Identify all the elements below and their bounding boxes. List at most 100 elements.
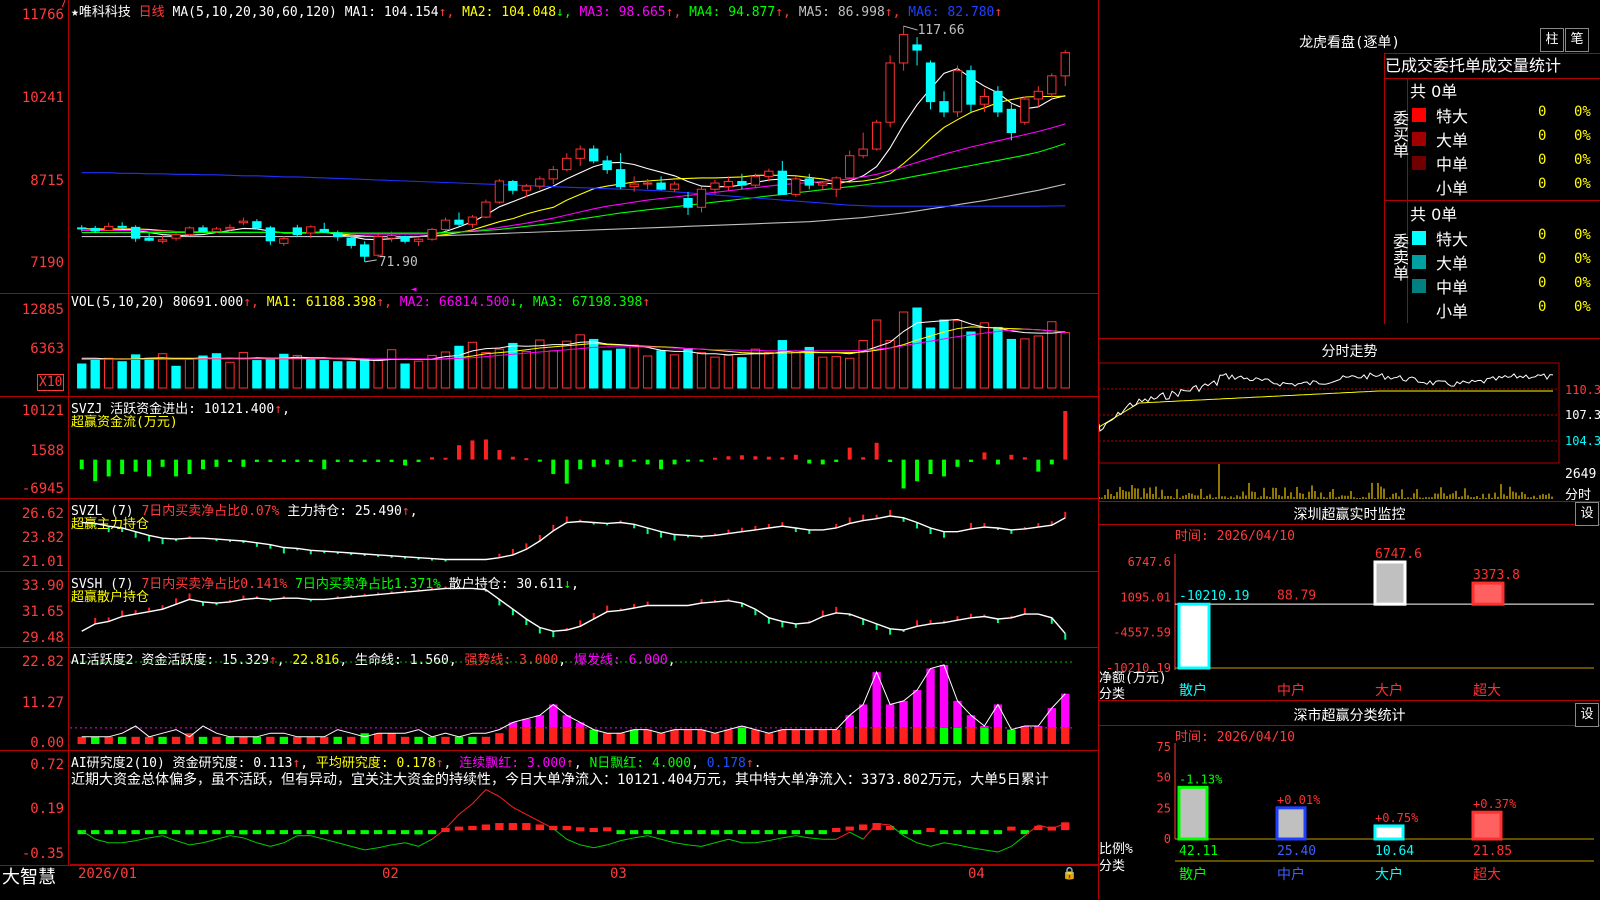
stats-bar — [1373, 824, 1405, 841]
research-bar — [832, 828, 841, 833]
flow-bar — [93, 459, 98, 482]
tick-mode-button[interactable]: 笔 — [1565, 28, 1589, 52]
candle-body — [373, 236, 383, 256]
monitor-value-label: -10210.19 — [1179, 589, 1249, 604]
research-bar — [468, 825, 477, 831]
candle-body — [602, 160, 612, 171]
sz-monitor-panel[interactable]: 深圳超赢实时监控 设 时间: 2026/04/10 6747.6 1095.01-… — [1099, 502, 1600, 702]
activity-bar-base — [387, 733, 396, 744]
research-line-segment — [552, 828, 568, 840]
candle-body — [589, 148, 599, 162]
activity-bar-base — [1061, 727, 1070, 744]
flow-bar — [308, 459, 313, 463]
tab-orders[interactable]: 委托单 — [1433, 56, 1481, 75]
flow-bar — [888, 459, 893, 463]
volume-bar — [184, 358, 195, 389]
activity-bar-base — [266, 736, 275, 744]
ai-active-panel[interactable]: 22.82 11.27 0.00 AI活跃度2 资金活跃度: 15.329↑, … — [0, 648, 1098, 751]
volume-bar — [602, 350, 612, 389]
stats-value-label: 42.11 — [1179, 844, 1218, 859]
activity-bar-base — [858, 727, 868, 744]
research-bar — [845, 826, 854, 831]
activity-bar-base — [980, 727, 989, 744]
research-bar — [239, 830, 248, 835]
volume-bar — [171, 365, 181, 389]
flow-bar — [982, 452, 987, 460]
candle-body — [508, 181, 518, 191]
svsh-panel[interactable]: 33.90 31.65 29.48 SVSH (7) 7日内买卖净占比0.141… — [0, 572, 1098, 648]
tab-volume-stats[interactable]: 成交量统计 — [1481, 56, 1561, 75]
flow-bar — [200, 459, 205, 470]
ma-line-ma1 — [81, 67, 1066, 241]
activity-bar-base — [549, 727, 558, 744]
dragon-tiger-panel[interactable]: 龙虎看盘(逐单) 柱 笔 已成交委托单成交量统计 委买单 委卖单 共 0单 特大 0… — [1099, 0, 1600, 339]
volume-bar — [777, 340, 788, 389]
activity-bar-base — [764, 733, 774, 744]
activity-bar-base — [441, 736, 450, 744]
research-bar — [414, 830, 423, 835]
buy-pct: 0% — [1574, 128, 1591, 144]
activity-bar-top — [899, 700, 908, 728]
candle-body — [306, 226, 316, 234]
flow-bar — [861, 457, 866, 460]
order-table: 委买单 委卖单 共 0单 特大 0 0% 大单 0 0% 中单 0 0% 小单 0 0% 共 0单 特大 0… — [1384, 78, 1600, 324]
vol-panel[interactable]: 12885 6363 X10 VOL(5,10,20) 80691.000↑, … — [0, 294, 1098, 397]
research-line-segment — [485, 789, 500, 798]
flow-bar — [160, 459, 165, 467]
research-bar — [320, 830, 329, 835]
ai-research-panel[interactable]: 0.72 0.19 -0.35 AI研究度2(10) 资金研究度: 0.113↑… — [0, 751, 1098, 866]
tab-executed[interactable]: 已成交 — [1385, 56, 1433, 75]
candle-body — [104, 225, 114, 231]
sell-name: 小单 — [1436, 302, 1469, 321]
flow-bar — [362, 459, 367, 463]
buy-swatch — [1412, 156, 1426, 170]
volume-bar — [117, 361, 127, 389]
flow-bar — [955, 459, 960, 467]
research-bar — [347, 830, 356, 835]
volume-bar — [333, 361, 343, 389]
activity-bar-base — [616, 733, 625, 744]
activity-bar-base — [993, 727, 1003, 744]
candle-body — [1047, 75, 1057, 95]
flow-bar — [254, 459, 259, 463]
lock-icon[interactable]: 🔒 — [1062, 866, 1077, 880]
activity-bar-base — [751, 729, 760, 744]
svzj-panel[interactable]: 10121 1588 -6945 SVZJ 活跃资金进出: 10121.400↑… — [0, 397, 1098, 499]
stats-change-label: +0.37% — [1473, 797, 1517, 811]
flow-bar — [524, 458, 529, 461]
activity-bar-top — [939, 664, 949, 728]
volume-bar — [871, 319, 882, 389]
research-bar — [360, 830, 369, 835]
activity-bar-base — [724, 729, 733, 744]
research-line-segment — [122, 840, 136, 844]
research-line-segment — [809, 837, 823, 840]
brand-logo[interactable]: 大智慧 — [2, 863, 56, 889]
svzl-panel[interactable]: 26.62 23.82 21.01 SVZL (7) 7日内买卖净占比0.07%… — [0, 499, 1098, 572]
research-bar — [333, 830, 342, 835]
candle-body — [993, 90, 1003, 113]
research-line-segment — [593, 844, 608, 849]
activity-bar-base — [279, 736, 289, 744]
candle-body — [952, 70, 963, 113]
intraday-bottom-label: 分时 — [1565, 488, 1592, 503]
flow-bar — [942, 459, 947, 477]
buy-row: 中单 0 0% — [1408, 150, 1600, 174]
monitor-category-label: 散户 — [1179, 682, 1207, 699]
svzj-chart — [79, 411, 1068, 489]
flow-bar — [335, 459, 340, 463]
activity-bar-base — [117, 736, 127, 744]
kline-panel[interactable]: 11766 10241 8715 7190 7 ★唯科科技 日线 MA(5,10… — [0, 0, 1098, 294]
bar-mode-button[interactable]: 柱 — [1540, 28, 1564, 52]
activity-bar-base — [77, 736, 86, 744]
intraday-panel[interactable]: 分时走势 110.3 107.3 104.3 2649 分时 — [1099, 339, 1600, 503]
flow-bar — [834, 459, 839, 463]
sell-count: 0 — [1538, 275, 1547, 291]
research-line-segment — [660, 838, 675, 844]
candle-body — [144, 237, 154, 241]
sz-stats-panel[interactable]: 深市超赢分类统计 设 时间: 2026/04/10 75 50 25 0 -1.13% 4… — [1099, 701, 1600, 900]
flow-bar — [456, 445, 461, 460]
buy-row: 特大 0 0% — [1408, 102, 1600, 126]
volume-bar — [710, 356, 720, 389]
activity-bar-base — [603, 733, 612, 744]
activity-bar-base — [252, 736, 262, 744]
